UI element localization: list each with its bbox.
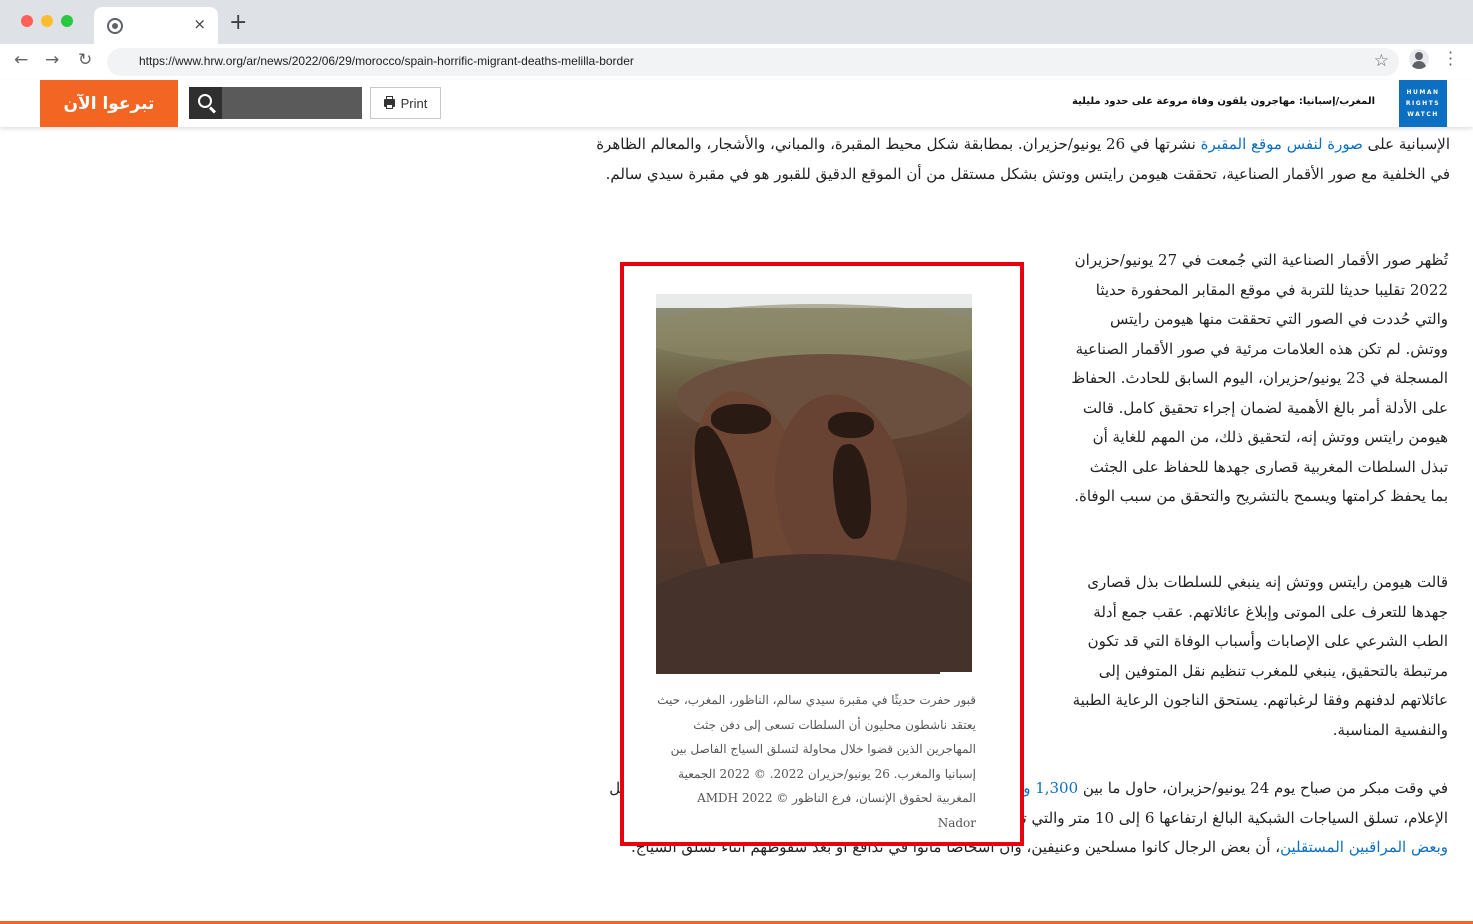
site-header: تبرعوا الآن Print المغرب/إسبانيا: مهاجرو… <box>0 80 1473 127</box>
browser-toolbar: ← → ↻ https://www.hrw.org/ar/news/2022/0… <box>0 44 1473 81</box>
article-paragraph-satellite: تُظهر صور الأقمار الصناعية التي جُمعت في… <box>1071 251 1448 505</box>
window-maximize-button[interactable] <box>61 15 73 27</box>
figure-caption: قبور حفرت حديثًا في مقبرة سيدي سالم، الن… <box>657 693 976 830</box>
forward-arrow-icon[interactable]: → <box>45 50 59 70</box>
print-button[interactable]: Print <box>370 87 441 119</box>
print-label: Print <box>400 95 428 111</box>
search-input[interactable] <box>222 87 362 119</box>
reload-icon[interactable]: ↻ <box>78 50 92 70</box>
address-bar[interactable]: https://www.hrw.org/ar/news/2022/06/29/m… <box>107 48 1399 76</box>
highlighted-figure: قبور حفرت حديثًا في مقبرة سيدي سالم، الن… <box>620 262 1024 846</box>
expand-image-button[interactable] <box>940 672 972 674</box>
back-arrow-icon[interactable]: ← <box>14 50 28 70</box>
article-paragraph-intro: الإسبانية على صورة لنفس موقع المقبرة نشر… <box>596 135 1450 183</box>
new-tab-button[interactable]: + <box>229 10 247 35</box>
grave-photo-link[interactable]: صورة لنفس موقع المقبرة <box>1201 135 1363 153</box>
tab-close-icon[interactable]: × <box>193 15 206 33</box>
browser-menu-icon[interactable]: · · · <box>1448 45 1453 73</box>
printer-icon <box>383 96 395 109</box>
url-text[interactable]: https://www.hrw.org/ar/news/2022/06/29/m… <box>139 54 634 68</box>
donate-button[interactable]: تبرعوا الآن <box>40 80 178 127</box>
profile-avatar-icon[interactable] <box>1409 49 1429 69</box>
window-close-button[interactable] <box>21 15 33 27</box>
chrome-favicon-icon <box>107 18 123 34</box>
bookmark-star-icon[interactable]: ☆ <box>1374 51 1389 71</box>
browser-tab-bar: × + <box>0 0 1473 44</box>
window-minimize-button[interactable] <box>41 15 53 27</box>
article-paragraph-identify: قالت هيومن رايتس ووتش إنه ينبغي للسلطات … <box>1072 573 1448 739</box>
hrw-logo[interactable]: HUMAN RIGHTS WATCH <box>1399 80 1447 127</box>
breadcrumb[interactable]: المغرب/إسبانيا: مهاجرون يلقون وفاة مروعة… <box>1072 96 1375 107</box>
search-button[interactable] <box>189 87 222 119</box>
graves-photo[interactable] <box>656 294 972 674</box>
browser-tab[interactable]: × <box>94 7 218 44</box>
